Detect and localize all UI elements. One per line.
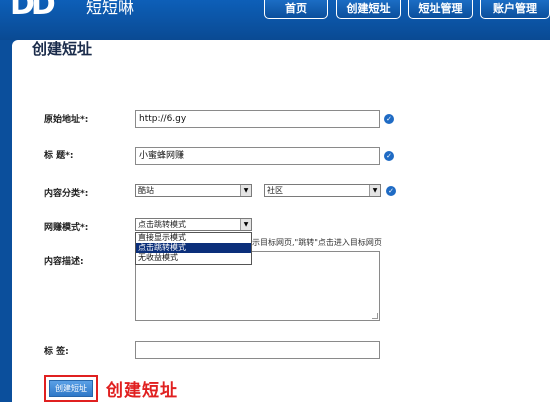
- category-primary-value: 酷站: [138, 186, 154, 195]
- nav-home[interactable]: 首页: [264, 0, 328, 19]
- check-icon: ✓: [386, 186, 396, 196]
- create-short-url-button[interactable]: 创建短址: [49, 380, 93, 397]
- nav-create-short-url[interactable]: 创建短址: [336, 0, 401, 19]
- earn-mode-option-direct[interactable]: 直接显示模式: [136, 233, 251, 243]
- category-secondary-value: 社区: [267, 186, 283, 195]
- chevron-down-icon: ▼: [240, 219, 251, 230]
- tags-input[interactable]: [135, 341, 380, 359]
- original-url-input[interactable]: http://6.gy: [135, 110, 380, 128]
- annotation-text: 创建短址: [106, 381, 178, 401]
- original-url-label: 原始地址*:: [44, 115, 89, 125]
- title-input[interactable]: 小蜜蜂网赚: [135, 147, 380, 165]
- earn-mode-option-click-jump[interactable]: 点击跳转模式: [136, 243, 251, 253]
- description-label: 内容描述:: [44, 257, 84, 267]
- earn-mode-hint: 示目标网页,"跳转"点击进入目标网页: [252, 238, 382, 247]
- check-icon: ✓: [384, 114, 394, 124]
- earn-mode-label: 网赚模式*:: [44, 223, 89, 233]
- chevron-down-icon: ▼: [369, 185, 380, 196]
- category-primary-select[interactable]: 酷站 ▼: [135, 184, 252, 197]
- category-secondary-select[interactable]: 社区 ▼: [264, 184, 381, 197]
- nav-account-management[interactable]: 账户管理: [480, 0, 550, 19]
- category-label: 内容分类*:: [44, 189, 89, 199]
- title-label: 标 题*:: [44, 151, 74, 161]
- chevron-down-icon: ▼: [240, 185, 251, 196]
- earn-mode-select[interactable]: 点击跳转模式 ▼: [135, 218, 252, 231]
- nav-manage-short-urls[interactable]: 短址管理: [408, 0, 473, 19]
- header: DD 短短啉 首页 创建短址 短址管理 账户管理: [0, 0, 550, 40]
- logo-text: 短短啉: [86, 0, 135, 17]
- resize-handle-icon[interactable]: [372, 313, 378, 319]
- check-icon: ✓: [384, 151, 394, 161]
- page-title: 创建短址: [32, 40, 93, 58]
- earn-mode-value: 点击跳转模式: [138, 220, 186, 229]
- logo-mark: DD: [10, 0, 56, 22]
- earn-mode-dropdown-list: 直接显示模式 点击跳转模式 无收益模式: [135, 232, 252, 265]
- tags-label: 标 签:: [44, 347, 69, 357]
- submit-highlight-box: 创建短址: [44, 375, 98, 402]
- earn-mode-option-no-earning[interactable]: 无收益模式: [136, 253, 251, 263]
